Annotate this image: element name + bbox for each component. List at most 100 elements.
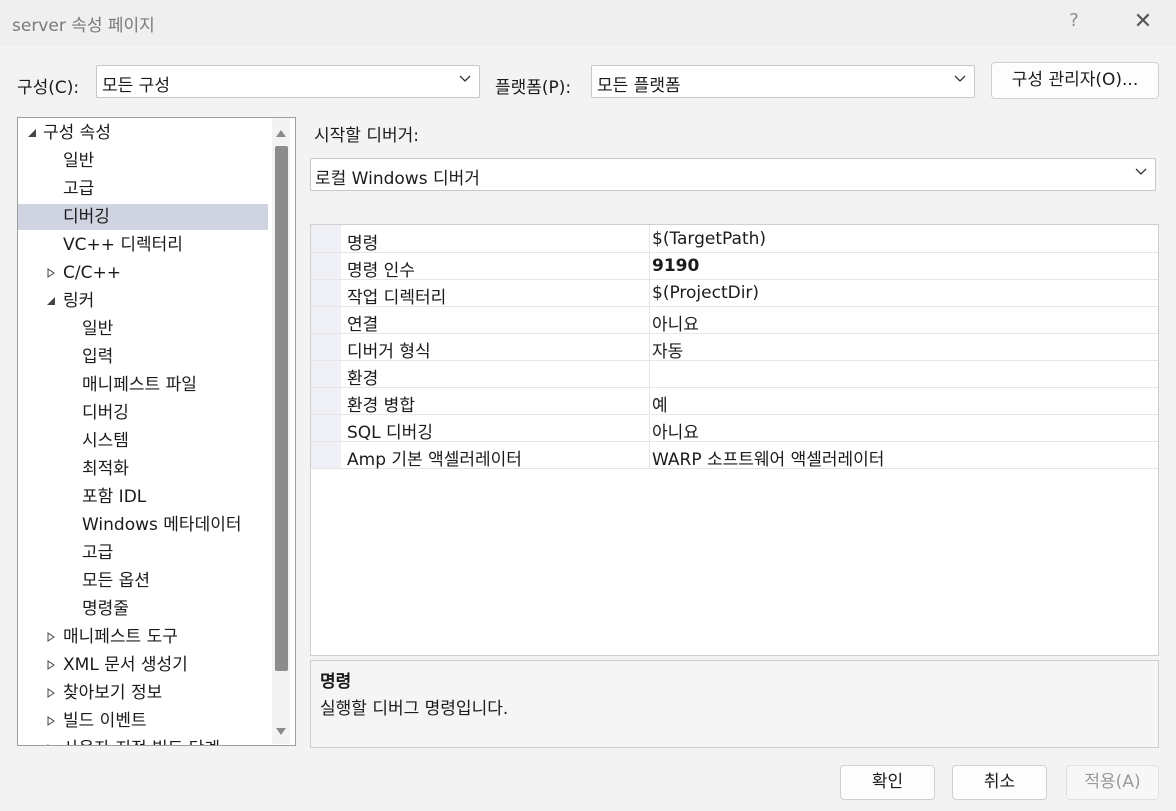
column-divider	[649, 252, 650, 279]
column-divider	[649, 387, 650, 414]
tree-node[interactable]: 매니페스트 파일	[18, 372, 268, 398]
collapsed-arrow-icon[interactable]	[46, 744, 56, 746]
tree-node[interactable]: 일반	[18, 148, 268, 174]
tree-node-label: 일반	[63, 151, 95, 171]
debugger-value: 로컬 Windows 디버거	[315, 169, 480, 189]
tree-node[interactable]: 명령줄	[18, 596, 268, 622]
property-name: 명령 인수	[347, 261, 415, 281]
tree-node[interactable]: 찾아보기 정보	[18, 680, 268, 706]
description-title: 명령	[320, 672, 352, 692]
scroll-thumb[interactable]	[275, 146, 288, 671]
tree-node-label: 모든 옵션	[82, 571, 150, 591]
property-row[interactable]: 환경 병합 예	[311, 387, 1158, 416]
collapsed-arrow-icon[interactable]	[46, 660, 56, 670]
collapsed-arrow-icon[interactable]	[46, 268, 56, 278]
description-panel: 명령 실행할 디버그 명령입니다.	[310, 660, 1159, 748]
cancel-button[interactable]: 취소	[952, 765, 1047, 800]
tree-node[interactable]: 디버깅	[18, 204, 268, 230]
property-grid: 명령 $(TargetPath) 명령 인수 9190 작업 디렉터리 $(Project…	[310, 224, 1159, 656]
tree-node-label: 최적화	[82, 459, 129, 479]
tree-node[interactable]: Windows 메타데이터	[18, 512, 268, 538]
tree-node-label: 시스템	[82, 431, 129, 451]
column-divider	[649, 306, 650, 333]
property-row[interactable]: 환경	[311, 360, 1158, 389]
property-value[interactable]: $(TargetPath)	[652, 229, 766, 249]
close-icon[interactable]: ✕	[1130, 9, 1156, 34]
tree-node-label: 구성 속성	[43, 123, 111, 143]
tree-node[interactable]: VC++ 디렉터리	[18, 232, 268, 258]
column-divider	[649, 360, 650, 387]
tree-node-label: XML 문서 생성기	[63, 655, 188, 675]
tree-node[interactable]: 링커	[18, 288, 268, 314]
tree-node-label: 고급	[82, 543, 114, 563]
tree-node-label: VC++ 디렉터리	[63, 235, 183, 255]
tree-node[interactable]: XML 문서 생성기	[18, 652, 268, 678]
collapsed-arrow-icon[interactable]	[46, 688, 56, 698]
tree-node[interactable]: 입력	[18, 344, 268, 370]
tree-node[interactable]: 빌드 이벤트	[18, 708, 268, 734]
property-name: 명령	[347, 234, 379, 254]
tree-node-label: 찾아보기 정보	[63, 683, 163, 703]
property-row[interactable]: 연결 아니요	[311, 306, 1158, 335]
tree-node-label: 디버깅	[82, 403, 129, 423]
help-icon[interactable]: ?	[1064, 10, 1084, 31]
platform-label: 플랫폼(P):	[495, 78, 572, 98]
property-value[interactable]: $(ProjectDir)	[652, 283, 759, 303]
debugger-combo[interactable]: 로컬 Windows 디버거	[310, 158, 1156, 191]
tree-node-label: 매니페스트 도구	[63, 627, 178, 647]
property-row[interactable]: 작업 디렉터리 $(ProjectDir)	[311, 279, 1158, 308]
config-manager-button[interactable]: 구성 관리자(O)...	[991, 62, 1159, 99]
tree-node-label: 고급	[63, 179, 95, 199]
tree-node[interactable]: 일반	[18, 316, 268, 342]
tree-node-label: Windows 메타데이터	[82, 515, 242, 535]
property-value[interactable]: 9190	[652, 256, 699, 276]
tree-node[interactable]: 시스템	[18, 428, 268, 454]
property-row[interactable]: Amp 기본 액셀러레이터 WARP 소프트웨어 액셀러레이터	[311, 441, 1158, 470]
tree-node[interactable]: 고급	[18, 176, 268, 202]
scroll-up-icon[interactable]	[275, 128, 287, 138]
tree-node[interactable]: 디버깅	[18, 400, 268, 426]
tree-node-label: 입력	[82, 347, 114, 367]
collapsed-arrow-icon[interactable]	[46, 716, 56, 726]
expanded-arrow-icon[interactable]	[46, 296, 56, 306]
property-name: 환경	[347, 369, 379, 389]
tree-node-label: 일반	[82, 319, 114, 339]
column-divider	[649, 414, 650, 441]
property-name: 연결	[347, 315, 379, 335]
apply-button[interactable]: 적용(A)	[1066, 765, 1159, 800]
property-value[interactable]: 자동	[652, 337, 683, 362]
expanded-arrow-icon[interactable]	[27, 128, 37, 138]
tree-node[interactable]: 사용자 지정 빌드 단계	[18, 736, 268, 746]
tree-node[interactable]: C/C++	[18, 260, 268, 286]
platform-combo[interactable]: 모든 플랫폼	[591, 65, 975, 98]
tree-node-label: 명령줄	[82, 599, 129, 619]
tree-node[interactable]: 최적화	[18, 456, 268, 482]
chevron-down-icon	[954, 75, 966, 82]
property-value[interactable]: 아니요	[652, 418, 699, 443]
tree-node[interactable]: 포함 IDL	[18, 484, 268, 510]
ok-button[interactable]: 확인	[840, 765, 935, 800]
tree-node[interactable]: 고급	[18, 540, 268, 566]
column-divider	[649, 279, 650, 306]
tree-node-label: 링커	[63, 291, 95, 311]
tree-node-label: 디버깅	[63, 207, 110, 227]
property-value[interactable]: 아니요	[652, 310, 699, 335]
chevron-down-icon	[1135, 168, 1147, 175]
collapsed-arrow-icon[interactable]	[46, 632, 56, 642]
tree-node-label: 매니페스트 파일	[82, 375, 197, 395]
property-row[interactable]: SQL 디버깅 아니요	[311, 414, 1158, 443]
scroll-down-icon[interactable]	[275, 727, 287, 737]
property-row[interactable]: 명령 인수 9190	[311, 252, 1158, 281]
config-combo[interactable]: 모든 구성	[96, 65, 480, 98]
property-name: 작업 디렉터리	[347, 288, 447, 308]
column-divider	[649, 333, 650, 360]
tree-node[interactable]: 매니페스트 도구	[18, 624, 268, 650]
config-value: 모든 구성	[102, 76, 170, 96]
property-row[interactable]: 명령 $(TargetPath)	[311, 225, 1158, 254]
tree-node[interactable]: 모든 옵션	[18, 568, 268, 594]
tree-node[interactable]: 구성 속성	[18, 120, 268, 146]
property-row[interactable]: 디버거 형식 자동	[311, 333, 1158, 362]
property-tree: 구성 속성 일반 고급 디버깅 VC++ 디렉터리 C/C++ 링커 일반 입력 매니페스트 파일…	[17, 117, 296, 746]
property-value[interactable]: WARP 소프트웨어 액셀러레이터	[652, 445, 884, 470]
property-value[interactable]: 예	[652, 391, 668, 416]
